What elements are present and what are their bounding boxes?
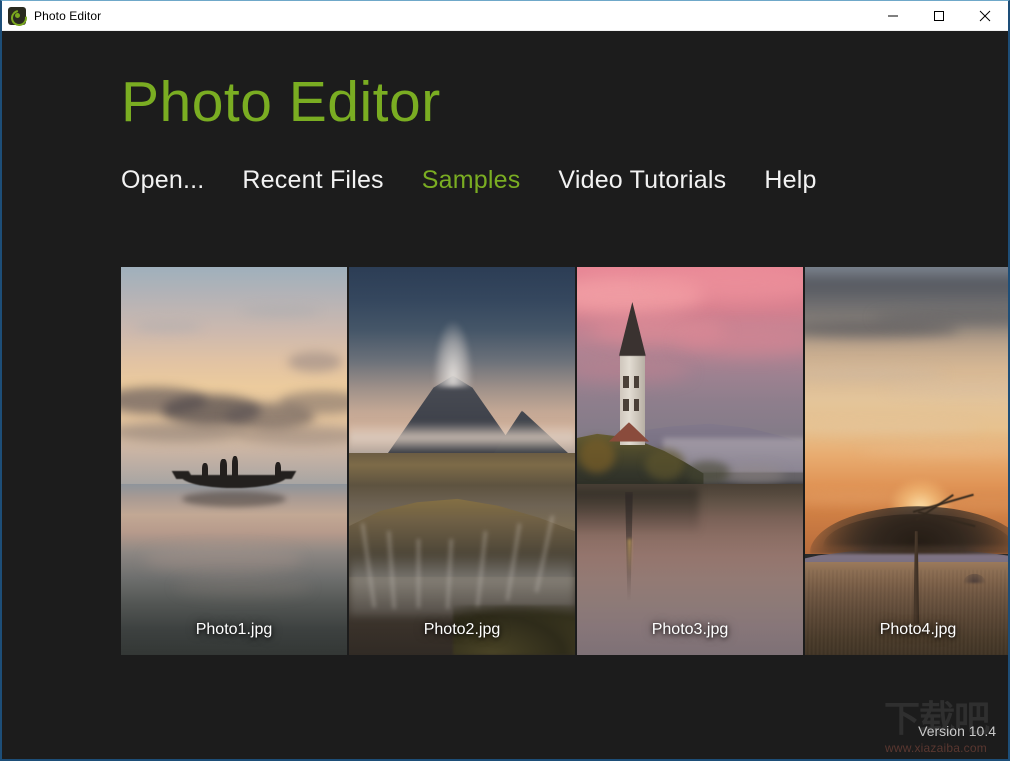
window-title: Photo Editor	[34, 8, 102, 23]
gallery-thumbnail-1[interactable]: Photo1.jpg	[121, 267, 347, 655]
nav-item-samples[interactable]: Samples	[422, 166, 559, 195]
version-label: Version 10.4	[918, 723, 996, 739]
main-navigation: Open... Recent Files Samples Video Tutor…	[121, 166, 855, 195]
photo4-artwork	[805, 267, 1008, 655]
minimize-icon	[888, 15, 898, 16]
close-button[interactable]	[962, 1, 1008, 30]
maximize-button[interactable]	[916, 1, 962, 30]
photo-editor-aperture-icon	[8, 6, 26, 25]
photo2-artwork	[349, 267, 575, 655]
nav-item-open[interactable]: Open...	[121, 166, 242, 195]
gallery-thumbnail-4[interactable]: Photo4.jpg	[805, 267, 1008, 655]
minimize-button[interactable]	[870, 1, 916, 30]
photo3-artwork	[577, 267, 803, 655]
nav-item-video-tutorials[interactable]: Video Tutorials	[558, 166, 764, 195]
gallery-thumbnail-2[interactable]: Photo2.jpg	[349, 267, 575, 655]
title-bar: Photo Editor	[2, 1, 1008, 31]
sample-photo-gallery: Photo1.jpg Photo2.jpg Photo3.jpg Photo4.…	[121, 267, 1008, 655]
nav-item-recent-files[interactable]: Recent Files	[242, 166, 421, 195]
close-icon	[979, 10, 991, 21]
gallery-thumbnail-3[interactable]: Photo3.jpg	[577, 267, 803, 655]
photo1-artwork	[121, 267, 347, 655]
page-title: Photo Editor	[121, 70, 441, 134]
application-window: Photo Editor Photo Editor Open... Recent…	[0, 0, 1010, 761]
maximize-icon	[934, 10, 944, 21]
watermark-url-text: www.xiazaiba.com	[885, 741, 987, 755]
nav-item-help[interactable]: Help	[764, 166, 854, 195]
main-content: Photo Editor Open... Recent Files Sample…	[2, 31, 1008, 759]
